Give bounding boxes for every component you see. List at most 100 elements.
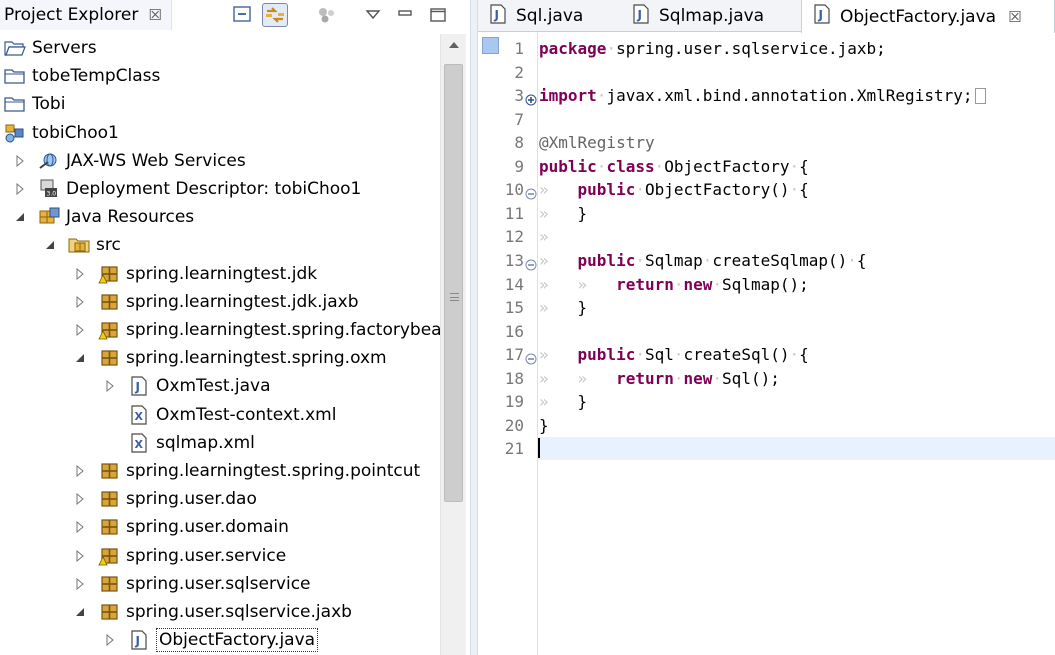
keyword-token: return xyxy=(616,368,674,388)
occurrence-mark[interactable] xyxy=(482,37,499,54)
link-with-editor-icon[interactable] xyxy=(262,3,288,27)
fold-collapse-icon[interactable] xyxy=(525,254,537,271)
tree-item[interactable]: spring.learningtest.spring.pointcut xyxy=(0,457,440,485)
collapsed-arrow-icon[interactable] xyxy=(72,463,88,479)
line-number: 19 xyxy=(500,390,538,413)
collapsed-arrow-icon[interactable] xyxy=(72,548,88,564)
collapse-all-icon[interactable] xyxy=(230,3,256,27)
tree-item[interactable]: Xsqlmap.xml xyxy=(0,429,440,457)
fold-collapse-icon[interactable] xyxy=(525,348,537,365)
code-line[interactable]: » public·ObjectFactory()·{ xyxy=(539,178,1055,201)
editor-tab[interactable]: J ObjectFactory.java ☒ xyxy=(801,0,1055,33)
tree-item[interactable]: Servers xyxy=(0,34,440,62)
tree-item[interactable]: spring.user.dao xyxy=(0,485,440,513)
collapsed-arrow-icon[interactable] xyxy=(12,153,28,169)
project-explorer-tab[interactable]: Project Explorer ☒ xyxy=(0,0,172,30)
code-line[interactable]: package·spring.user.sqlservice.jaxb; xyxy=(539,37,1055,60)
collapsed-arrow-icon[interactable] xyxy=(72,576,88,592)
tree-item[interactable]: spring.learningtest.spring.oxm xyxy=(0,344,440,372)
code-token: createSqlmap() xyxy=(712,250,848,270)
keyword-token: new xyxy=(683,368,713,388)
code-line[interactable] xyxy=(539,108,1055,131)
tree-item[interactable]: spring.user.domain xyxy=(0,513,440,541)
code-token: { xyxy=(799,156,809,176)
whitespace-marker: · xyxy=(635,345,645,365)
collapsed-arrow-icon[interactable] xyxy=(72,519,88,535)
code-line[interactable]: » xyxy=(539,225,1055,248)
minimize-icon[interactable] xyxy=(392,3,418,27)
tree-item[interactable]: tobiChoo1 xyxy=(0,119,440,147)
code-line[interactable] xyxy=(538,437,1055,461)
tree-item-label: spring.user.domain xyxy=(126,517,289,538)
view-menu-icon[interactable] xyxy=(360,3,386,27)
tree-item[interactable]: JAX-WS Web Services xyxy=(0,147,440,175)
package-icon xyxy=(98,489,120,509)
code-line[interactable] xyxy=(539,320,1055,343)
collapsed-arrow-icon[interactable] xyxy=(72,322,88,338)
tree-item[interactable]: spring.learningtest.jdk xyxy=(0,260,440,288)
fold-expand-icon[interactable] xyxy=(525,89,537,106)
tree-item[interactable]: X OxmTest-context.xml xyxy=(0,401,440,429)
tree-item-label: spring.user.sqlservice.jaxb xyxy=(126,602,352,622)
code-line[interactable] xyxy=(539,61,1055,84)
line-number: 10 xyxy=(500,178,538,201)
tree-item[interactable]: spring.user.sqlservice.jaxb xyxy=(0,598,440,626)
tree-item[interactable]: spring.learningtest.spring.factorybean xyxy=(0,316,440,344)
collapsed-arrow-icon[interactable] xyxy=(102,378,118,394)
collapsed-arrow-icon[interactable] xyxy=(12,181,28,197)
expanded-arrow-icon[interactable] xyxy=(72,604,88,620)
sash-divider[interactable] xyxy=(470,0,478,655)
expanded-arrow-icon[interactable] xyxy=(12,209,28,225)
code-line[interactable]: public·class·ObjectFactory·{ xyxy=(539,155,1055,178)
tree-item[interactable]: J ObjectFactory.java xyxy=(0,626,440,654)
keyword-token: public xyxy=(577,180,636,200)
xml-file-icon: X xyxy=(128,433,150,453)
scrollbar-thumb[interactable] xyxy=(444,64,463,502)
package-warning-icon xyxy=(98,264,120,284)
whitespace-marker: · xyxy=(596,156,607,176)
collapsed-arrow-icon[interactable] xyxy=(72,266,88,282)
collapsed-arrow-icon[interactable] xyxy=(72,491,88,507)
tree-item[interactable]: spring.user.service xyxy=(0,542,440,570)
whitespace-marker: · xyxy=(712,274,723,294)
tab-marker: » xyxy=(539,180,578,200)
tree-item[interactable]: Java Resources xyxy=(0,203,440,231)
code-line[interactable]: » » return·new·Sqlmap(); xyxy=(539,273,1055,296)
collapsed-arrow-icon[interactable] xyxy=(72,294,88,310)
editor-tab[interactable]: J Sqlmap.java xyxy=(621,0,801,32)
expanded-arrow-icon[interactable] xyxy=(72,350,88,366)
close-tab-icon[interactable]: ☒ xyxy=(1008,8,1021,26)
tree-item-label: sqlmap.xml xyxy=(156,432,255,453)
close-icon[interactable]: ☒ xyxy=(148,6,161,24)
expanded-arrow-icon[interactable] xyxy=(42,237,58,253)
maximize-icon[interactable] xyxy=(425,3,451,27)
tree-item[interactable]: spring.learningtest.jdk.jaxb xyxy=(0,288,440,316)
tree-item[interactable]: spring.user.sqlservice xyxy=(0,570,440,598)
code-line[interactable]: » public·Sqlmap·createSqlmap()·{ xyxy=(539,249,1055,272)
code-line[interactable]: » } xyxy=(539,202,1055,225)
focus-icon[interactable] xyxy=(314,3,340,27)
tree-item[interactable]: 3.0 Deployment Descriptor: tobiChoo1 xyxy=(0,175,440,203)
code-line[interactable]: @XmlRegistry xyxy=(539,131,1055,154)
code-area[interactable]: package·spring.user.sqlservice.jaxb; impo… xyxy=(538,33,1055,655)
code-line[interactable]: import·javax.xml.bind.annotation.XmlRegi… xyxy=(539,84,1055,107)
scroll-up-icon[interactable] xyxy=(441,40,467,56)
code-line[interactable]: » » return·new·Sql(); xyxy=(539,367,1055,390)
tree-item[interactable]: J OxmTest.java xyxy=(0,372,440,400)
fold-collapse-icon[interactable] xyxy=(525,183,537,200)
code-line[interactable]: » } xyxy=(539,390,1055,413)
code-line[interactable]: » } xyxy=(539,296,1055,319)
tab-marker: » xyxy=(539,250,578,270)
code-token: Sql xyxy=(644,345,674,365)
code-line[interactable]: } xyxy=(539,414,1055,437)
folded-import-marker[interactable] xyxy=(975,88,987,105)
tree-item[interactable]: Tobi xyxy=(0,90,440,118)
collapsed-arrow-icon[interactable] xyxy=(102,632,118,648)
tree-scrollbar[interactable] xyxy=(440,34,466,655)
line-number: 7 xyxy=(500,108,538,131)
tree-item[interactable]: src xyxy=(0,231,440,259)
whitespace-marker: · xyxy=(789,180,800,200)
editor-tab[interactable]: J Sql.java xyxy=(478,0,621,32)
tree-item[interactable]: tobeTempClass xyxy=(0,62,440,90)
code-line[interactable]: » public·Sql·createSql()·{ xyxy=(539,343,1055,366)
